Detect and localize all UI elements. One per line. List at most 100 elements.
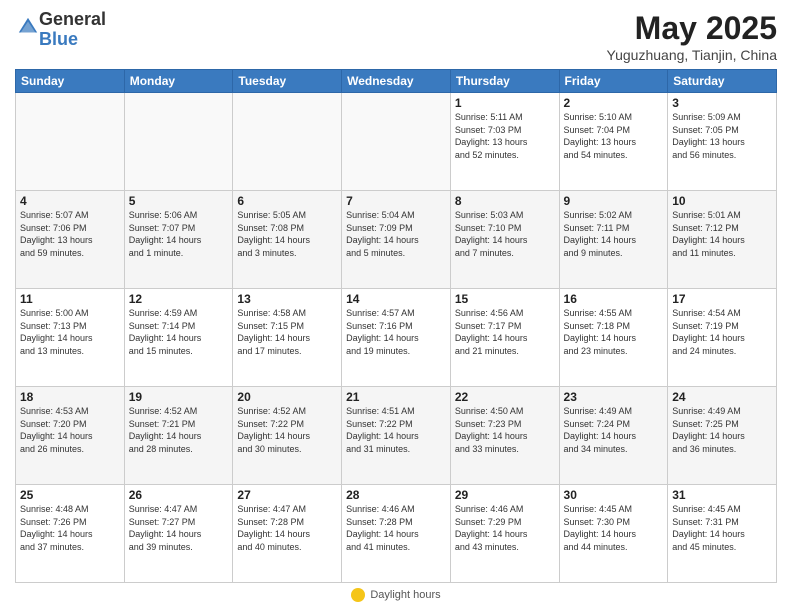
calendar-cell: 2Sunrise: 5:10 AM Sunset: 7:04 PM Daylig… [559, 93, 668, 191]
day-info: Sunrise: 5:03 AM Sunset: 7:10 PM Dayligh… [455, 209, 555, 259]
day-number: 8 [455, 194, 555, 208]
logo-blue: Blue [39, 29, 78, 49]
calendar-cell: 23Sunrise: 4:49 AM Sunset: 7:24 PM Dayli… [559, 387, 668, 485]
calendar-cell: 5Sunrise: 5:06 AM Sunset: 7:07 PM Daylig… [124, 191, 233, 289]
calendar-cell [342, 93, 451, 191]
calendar-cell: 14Sunrise: 4:57 AM Sunset: 7:16 PM Dayli… [342, 289, 451, 387]
calendar-cell: 20Sunrise: 4:52 AM Sunset: 7:22 PM Dayli… [233, 387, 342, 485]
day-number: 20 [237, 390, 337, 404]
calendar-cell: 1Sunrise: 5:11 AM Sunset: 7:03 PM Daylig… [450, 93, 559, 191]
day-info: Sunrise: 5:02 AM Sunset: 7:11 PM Dayligh… [564, 209, 664, 259]
day-number: 25 [20, 488, 120, 502]
day-number: 17 [672, 292, 772, 306]
day-info: Sunrise: 4:57 AM Sunset: 7:16 PM Dayligh… [346, 307, 446, 357]
footer: Daylight hours [15, 583, 777, 602]
day-number: 11 [20, 292, 120, 306]
calendar-week-2: 4Sunrise: 5:07 AM Sunset: 7:06 PM Daylig… [16, 191, 777, 289]
calendar-cell: 15Sunrise: 4:56 AM Sunset: 7:17 PM Dayli… [450, 289, 559, 387]
day-number: 12 [129, 292, 229, 306]
calendar-cell: 19Sunrise: 4:52 AM Sunset: 7:21 PM Dayli… [124, 387, 233, 485]
calendar-header-row: SundayMondayTuesdayWednesdayThursdayFrid… [16, 70, 777, 93]
day-info: Sunrise: 4:56 AM Sunset: 7:17 PM Dayligh… [455, 307, 555, 357]
day-number: 9 [564, 194, 664, 208]
day-info: Sunrise: 4:49 AM Sunset: 7:24 PM Dayligh… [564, 405, 664, 455]
day-number: 4 [20, 194, 120, 208]
day-info: Sunrise: 4:59 AM Sunset: 7:14 PM Dayligh… [129, 307, 229, 357]
day-info: Sunrise: 4:50 AM Sunset: 7:23 PM Dayligh… [455, 405, 555, 455]
calendar-cell: 29Sunrise: 4:46 AM Sunset: 7:29 PM Dayli… [450, 485, 559, 583]
day-info: Sunrise: 4:52 AM Sunset: 7:22 PM Dayligh… [237, 405, 337, 455]
day-info: Sunrise: 5:07 AM Sunset: 7:06 PM Dayligh… [20, 209, 120, 259]
calendar-week-1: 1Sunrise: 5:11 AM Sunset: 7:03 PM Daylig… [16, 93, 777, 191]
calendar-cell: 31Sunrise: 4:45 AM Sunset: 7:31 PM Dayli… [668, 485, 777, 583]
day-number: 15 [455, 292, 555, 306]
day-info: Sunrise: 5:05 AM Sunset: 7:08 PM Dayligh… [237, 209, 337, 259]
calendar-cell [233, 93, 342, 191]
calendar-header-monday: Monday [124, 70, 233, 93]
day-info: Sunrise: 4:45 AM Sunset: 7:31 PM Dayligh… [672, 503, 772, 553]
day-number: 30 [564, 488, 664, 502]
calendar-cell: 9Sunrise: 5:02 AM Sunset: 7:11 PM Daylig… [559, 191, 668, 289]
day-number: 6 [237, 194, 337, 208]
day-number: 31 [672, 488, 772, 502]
logo-icon [17, 16, 39, 38]
calendar-cell: 24Sunrise: 4:49 AM Sunset: 7:25 PM Dayli… [668, 387, 777, 485]
calendar-header-thursday: Thursday [450, 70, 559, 93]
day-number: 28 [346, 488, 446, 502]
day-info: Sunrise: 4:48 AM Sunset: 7:26 PM Dayligh… [20, 503, 120, 553]
main-title: May 2025 [607, 10, 777, 47]
day-info: Sunrise: 4:49 AM Sunset: 7:25 PM Dayligh… [672, 405, 772, 455]
day-number: 16 [564, 292, 664, 306]
calendar-week-4: 18Sunrise: 4:53 AM Sunset: 7:20 PM Dayli… [16, 387, 777, 485]
calendar-table: SundayMondayTuesdayWednesdayThursdayFrid… [15, 69, 777, 583]
day-number: 10 [672, 194, 772, 208]
day-number: 21 [346, 390, 446, 404]
day-info: Sunrise: 5:11 AM Sunset: 7:03 PM Dayligh… [455, 111, 555, 161]
header: General Blue May 2025 Yuguzhuang, Tianji… [15, 10, 777, 63]
calendar-cell: 27Sunrise: 4:47 AM Sunset: 7:28 PM Dayli… [233, 485, 342, 583]
calendar-week-5: 25Sunrise: 4:48 AM Sunset: 7:26 PM Dayli… [16, 485, 777, 583]
day-info: Sunrise: 4:51 AM Sunset: 7:22 PM Dayligh… [346, 405, 446, 455]
daylight-label: Daylight hours [370, 589, 440, 601]
calendar-week-3: 11Sunrise: 5:00 AM Sunset: 7:13 PM Dayli… [16, 289, 777, 387]
day-number: 13 [237, 292, 337, 306]
calendar-header-tuesday: Tuesday [233, 70, 342, 93]
calendar-cell: 25Sunrise: 4:48 AM Sunset: 7:26 PM Dayli… [16, 485, 125, 583]
sun-icon [351, 588, 365, 602]
day-number: 7 [346, 194, 446, 208]
subtitle: Yuguzhuang, Tianjin, China [607, 47, 777, 63]
day-number: 1 [455, 96, 555, 110]
calendar-header-saturday: Saturday [668, 70, 777, 93]
calendar-cell: 4Sunrise: 5:07 AM Sunset: 7:06 PM Daylig… [16, 191, 125, 289]
calendar-cell: 6Sunrise: 5:05 AM Sunset: 7:08 PM Daylig… [233, 191, 342, 289]
calendar-cell: 22Sunrise: 4:50 AM Sunset: 7:23 PM Dayli… [450, 387, 559, 485]
calendar-cell: 28Sunrise: 4:46 AM Sunset: 7:28 PM Dayli… [342, 485, 451, 583]
calendar-cell: 30Sunrise: 4:45 AM Sunset: 7:30 PM Dayli… [559, 485, 668, 583]
calendar-header-sunday: Sunday [16, 70, 125, 93]
day-number: 14 [346, 292, 446, 306]
calendar-cell: 3Sunrise: 5:09 AM Sunset: 7:05 PM Daylig… [668, 93, 777, 191]
calendar-cell: 17Sunrise: 4:54 AM Sunset: 7:19 PM Dayli… [668, 289, 777, 387]
day-info: Sunrise: 5:06 AM Sunset: 7:07 PM Dayligh… [129, 209, 229, 259]
calendar-cell: 21Sunrise: 4:51 AM Sunset: 7:22 PM Dayli… [342, 387, 451, 485]
day-info: Sunrise: 4:45 AM Sunset: 7:30 PM Dayligh… [564, 503, 664, 553]
calendar-cell: 16Sunrise: 4:55 AM Sunset: 7:18 PM Dayli… [559, 289, 668, 387]
day-info: Sunrise: 4:53 AM Sunset: 7:20 PM Dayligh… [20, 405, 120, 455]
calendar-cell: 10Sunrise: 5:01 AM Sunset: 7:12 PM Dayli… [668, 191, 777, 289]
day-info: Sunrise: 5:10 AM Sunset: 7:04 PM Dayligh… [564, 111, 664, 161]
calendar-cell [16, 93, 125, 191]
page: General Blue May 2025 Yuguzhuang, Tianji… [0, 0, 792, 612]
day-info: Sunrise: 5:00 AM Sunset: 7:13 PM Dayligh… [20, 307, 120, 357]
calendar-cell: 7Sunrise: 5:04 AM Sunset: 7:09 PM Daylig… [342, 191, 451, 289]
calendar-header-friday: Friday [559, 70, 668, 93]
day-number: 18 [20, 390, 120, 404]
day-number: 24 [672, 390, 772, 404]
day-number: 29 [455, 488, 555, 502]
calendar-cell [124, 93, 233, 191]
day-number: 23 [564, 390, 664, 404]
calendar-cell: 11Sunrise: 5:00 AM Sunset: 7:13 PM Dayli… [16, 289, 125, 387]
day-number: 2 [564, 96, 664, 110]
day-number: 3 [672, 96, 772, 110]
day-number: 22 [455, 390, 555, 404]
calendar-cell: 8Sunrise: 5:03 AM Sunset: 7:10 PM Daylig… [450, 191, 559, 289]
